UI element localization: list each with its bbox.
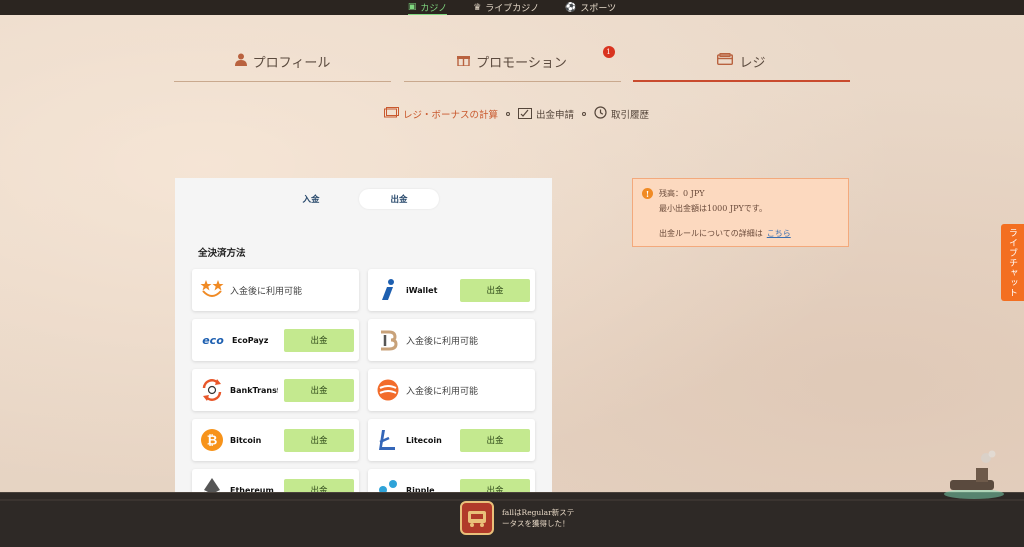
- dealer-icon: ♛: [473, 2, 482, 13]
- history-icon: [594, 106, 607, 122]
- stars-icon: [200, 278, 224, 302]
- payment-method-name: Litecoin: [406, 435, 442, 445]
- bottom-bar: fallはRegular新ステータスを獲得した！: [0, 492, 1024, 547]
- withdraw-button[interactable]: 出金: [460, 428, 530, 452]
- mascot-train-icon: [936, 450, 1006, 500]
- subnav-history[interactable]: 取引履歴: [594, 106, 649, 122]
- payment-method-card: 入金後に利用可能: [192, 269, 359, 311]
- withdraw-button[interactable]: 出金: [460, 278, 530, 302]
- slot-icon: ▣: [407, 2, 417, 12]
- b-logo-icon: [376, 328, 400, 352]
- deposit-tab[interactable]: 入金: [271, 189, 351, 209]
- subnav-withdraw-request[interactable]: 出金申請: [518, 107, 574, 122]
- top-nav-sports[interactable]: ⚽ スポーツ: [565, 1, 617, 15]
- svg-text:₿: ₿: [207, 434, 218, 449]
- subnav-withdraw-request-label: 出金申請: [536, 110, 575, 121]
- withdraw-button[interactable]: 出金: [284, 428, 354, 452]
- payment-method-name: EcoPayz: [232, 335, 269, 345]
- rules-line: 出金ルールについての詳細は こちら: [659, 226, 838, 241]
- wallet-icon: [717, 53, 734, 69]
- withdraw-button[interactable]: 出金: [284, 328, 354, 352]
- payment-method-card: eco EcoPayz 出金: [192, 319, 359, 361]
- bitcoin-icon: ₿: [200, 428, 224, 452]
- litecoin-icon: [376, 428, 400, 452]
- warning-icon: !: [642, 188, 653, 199]
- subnav-history-label: 取引履歴: [611, 110, 650, 121]
- bank-transfer-icon: [200, 378, 224, 402]
- top-nav-sports-label: スポーツ: [580, 4, 617, 14]
- tab-cashier[interactable]: レジ: [633, 42, 850, 82]
- top-nav: ▣ カジノ ♛ ライブカジノ ⚽ スポーツ: [0, 0, 1024, 15]
- payment-method-name: iWallet: [406, 285, 438, 295]
- payment-method-name: BankTransfer: [230, 385, 278, 395]
- payment-method-card: iWallet 出金: [368, 269, 535, 311]
- top-nav-live-casino[interactable]: ♛ ライブカジノ: [473, 1, 540, 15]
- payment-method-card: 入金後に利用可能: [368, 319, 535, 361]
- payment-method-card: ₿ Bitcoin 出金: [192, 419, 359, 461]
- separator-dot: [582, 112, 587, 116]
- iwallet-icon: [376, 278, 400, 302]
- separator-dot: [506, 112, 511, 116]
- deposit-withdraw-toggle: 入金 出金: [271, 189, 439, 209]
- notification-badge: 1: [602, 46, 615, 58]
- section-title: 全決済方法: [198, 248, 246, 259]
- tab-cashier-label: レジ: [739, 55, 766, 71]
- tab-promotion-label: プロモーション: [476, 56, 567, 71]
- payment-panel: 入金 出金 全決済方法 入金後に利用可能 iWallet 出金 eco EcoP…: [175, 178, 552, 508]
- ecopayz-icon: eco: [202, 333, 224, 347]
- ball-icon: ⚽: [565, 2, 577, 13]
- calculator-icon: [384, 107, 399, 121]
- payment-method-name: 入金後に利用可能: [230, 286, 303, 297]
- payment-method-card: 入金後に利用可能: [368, 369, 535, 411]
- balance-info-box: ! 残高：0 JPY 最小出金額は1000 JPYです。 出金ルールについての詳…: [632, 178, 849, 247]
- subnav-bonus-calc[interactable]: レジ・ボーナスの計算: [384, 107, 498, 121]
- payment-methods-grid: 入金後に利用可能 iWallet 出金 eco EcoPayz 出金 入金後に利…: [192, 269, 535, 508]
- status-trophy-icon: [460, 501, 494, 535]
- payment-method-card: Litecoin 出金: [368, 419, 535, 461]
- minimum-withdraw-text: 最小出金額は1000 JPYです。: [659, 204, 767, 213]
- top-nav-casino-label: カジノ: [420, 3, 448, 14]
- top-nav-casino[interactable]: ▣ カジノ: [407, 1, 448, 15]
- rules-text: 出金ルールについての詳細は: [659, 229, 763, 238]
- tab-profile-label: プロフィール: [252, 56, 331, 71]
- user-icon: [234, 53, 247, 70]
- tab-profile[interactable]: プロフィール: [174, 42, 391, 82]
- cashier-subnav: レジ・ボーナスの計算 出金申請 取引履歴: [384, 106, 649, 122]
- live-chat-button[interactable]: ライブチャット: [1001, 224, 1024, 301]
- payment-method-name: 入金後に利用可能: [406, 386, 479, 397]
- payment-method-name: 入金後に利用可能: [406, 336, 479, 347]
- status-toast-message: fallはRegular新ステータスを獲得した！: [502, 508, 575, 528]
- withdraw-tab[interactable]: 出金: [359, 189, 439, 209]
- checklist-icon: [518, 107, 533, 122]
- withdraw-button[interactable]: 出金: [284, 378, 354, 402]
- status-toast: fallはRegular新ステータスを獲得した！: [460, 501, 580, 535]
- account-tabs: プロフィール プロモーション 1 レジ: [174, 42, 850, 82]
- gift-icon: [457, 53, 471, 70]
- payment-method-name: Bitcoin: [230, 435, 262, 445]
- rules-link[interactable]: こちら: [767, 229, 791, 238]
- balance-text: 残高：0 JPY: [659, 189, 705, 198]
- subnav-bonus-calc-label: レジ・ボーナスの計算: [403, 110, 499, 121]
- top-nav-live-casino-label: ライブカジノ: [485, 4, 540, 14]
- orange-circle-icon: [376, 378, 400, 402]
- payment-method-card: BankTransfer 出金: [192, 369, 359, 411]
- tab-promotion[interactable]: プロモーション 1: [403, 42, 621, 82]
